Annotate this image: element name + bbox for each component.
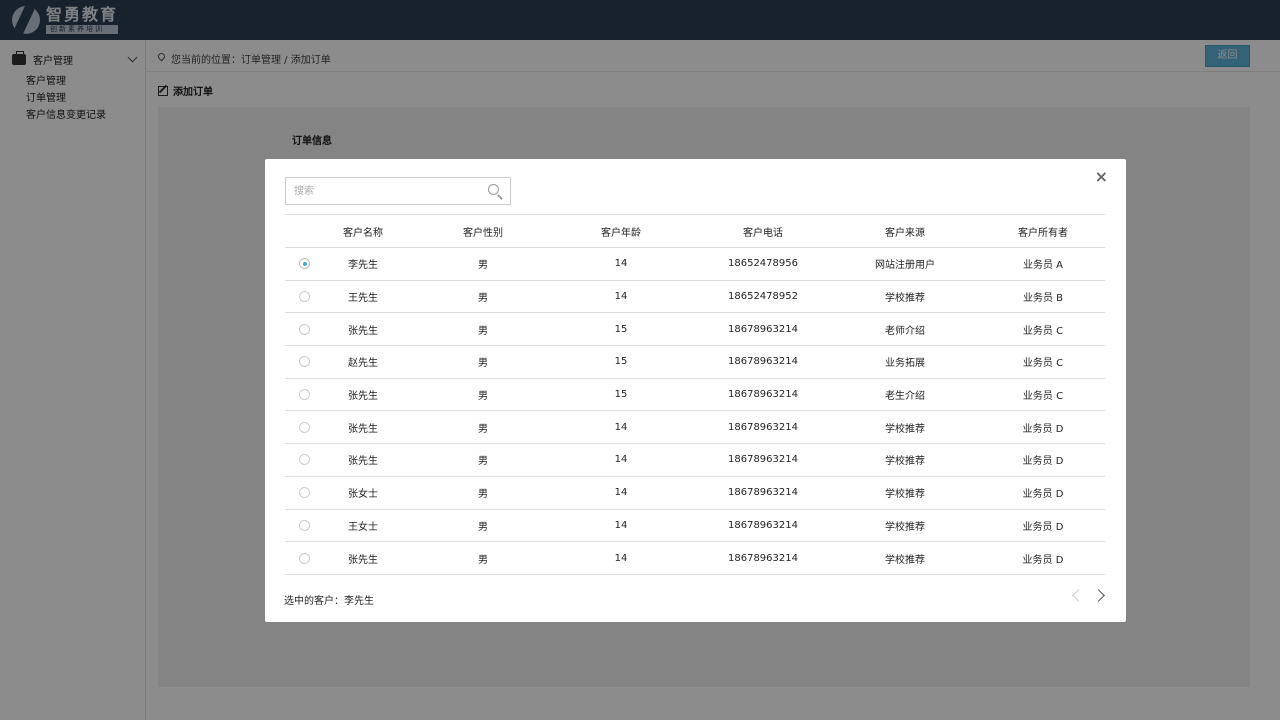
cell-name: 赵先生	[348, 358, 378, 370]
cell-phone: 18678963214	[728, 552, 798, 564]
cell-phone: 18678963214	[728, 519, 798, 531]
cell-age: 15	[614, 356, 628, 368]
chevron-left-icon[interactable]	[1072, 589, 1085, 602]
cell-owner: 业务员 C	[1022, 325, 1064, 337]
cell-phone: 18678963214	[728, 356, 798, 368]
search-input[interactable]	[294, 178, 474, 204]
cell-phone: 18678963214	[728, 487, 798, 499]
cell-age: 14	[614, 291, 628, 303]
cell-owner: 业务员 D	[1022, 456, 1064, 468]
table-row[interactable]: 张先生 男 15 18678963214 老师介绍 业务员 C	[285, 313, 1105, 347]
column-header-gender: 客户性别	[463, 227, 503, 239]
table-row[interactable]: 张先生 男 14 18678963214 学校推荐 业务员 D	[285, 411, 1105, 445]
cell-gender: 男	[478, 554, 488, 566]
table-row[interactable]: 王先生 男 14 18652478952 学校推荐 业务员 B	[285, 281, 1105, 314]
cell-phone: 18678963214	[728, 421, 798, 433]
cell-gender: 男	[478, 358, 488, 370]
cell-name: 张先生	[348, 325, 378, 337]
cell-gender: 男	[478, 423, 488, 435]
table-row[interactable]: 张先生 男 14 18678963214 学校推荐 业务员 D	[285, 542, 1105, 575]
close-icon[interactable]: ×	[1095, 169, 1108, 185]
cell-age: 15	[614, 389, 628, 401]
cell-name: 张先生	[348, 423, 378, 435]
column-header-owner: 客户所有者	[1018, 227, 1068, 239]
cell-owner: 业务员 D	[1022, 554, 1064, 566]
table-row[interactable]: 王女士 男 14 18678963214 学校推荐 业务员 D	[285, 510, 1105, 543]
cell-phone: 18678963214	[728, 389, 798, 401]
cell-age: 14	[614, 519, 628, 531]
table-header: 客户名称 客户性别 客户年龄 客户电话 客户来源 客户所有者	[285, 215, 1105, 248]
table-row[interactable]: 张女士 男 14 18678963214 学校推荐 业务员 D	[285, 477, 1105, 510]
cell-age: 14	[614, 552, 628, 564]
cell-source: 网站注册用户	[875, 260, 935, 272]
cell-phone: 18652478956	[728, 258, 798, 270]
cell-source: 学校推荐	[885, 521, 925, 533]
cell-age: 15	[614, 323, 628, 335]
cell-phone: 18678963214	[728, 454, 798, 466]
column-header-name: 客户名称	[343, 227, 383, 239]
cell-gender: 男	[478, 325, 488, 337]
cell-gender: 男	[478, 521, 488, 533]
customer-table: 客户名称 客户性别 客户年龄 客户电话 客户来源 客户所有者 李先生男 14 186…	[285, 214, 1105, 575]
table-row[interactable]: 李先生 男 14 18652478956 网站注册用户 业务员 A	[285, 248, 1105, 281]
column-header-source: 客户来源	[885, 227, 925, 239]
cell-owner: 业务员 D	[1022, 489, 1064, 501]
cell-name: 李先生	[348, 260, 378, 272]
cell-owner: 业务员 D	[1022, 423, 1064, 435]
cell-phone: 18652478952	[728, 291, 798, 303]
cell-age: 14	[614, 487, 628, 499]
cell-source: 业务拓展	[885, 358, 925, 370]
cell-source: 老生介绍	[885, 391, 925, 403]
table-row[interactable]: 张先生 男 15 18678963214 老生介绍 业务员 C	[285, 379, 1105, 412]
cell-gender: 男	[478, 489, 488, 501]
cell-owner: 业务员 B	[1022, 293, 1064, 305]
cell-owner: 业务员 A	[1022, 260, 1064, 272]
customer-select-modal: × 客户名称 客户性别 客户年龄 客户电话 客户来源 客户所有者 李先生男141…	[265, 159, 1126, 622]
cell-gender: 男	[478, 391, 488, 403]
cell-age: 14	[614, 258, 628, 270]
table-body: 李先生男 14 18652478956 网站注册用户 业务员 A 王先生男 14 186524…	[285, 248, 1105, 575]
cell-source: 学校推荐	[885, 554, 925, 566]
selected-customer-text: 选中的客户：李先生	[284, 596, 374, 607]
cell-gender: 男	[478, 260, 488, 272]
cell-owner: 业务员 D	[1022, 521, 1064, 533]
cell-source: 学校推荐	[885, 293, 925, 305]
cell-gender: 男	[478, 293, 488, 305]
cell-owner: 业务员 C	[1022, 358, 1064, 370]
cell-name: 张先生	[348, 456, 378, 468]
cell-source: 学校推荐	[885, 423, 925, 435]
cell-name: 王女士	[348, 521, 378, 533]
cell-phone: 18678963214	[728, 323, 798, 335]
table-row[interactable]: 张先生 男 14 18678963214 学校推荐 业务员 D	[285, 444, 1105, 477]
table-row[interactable]: 赵先生 男 15 18678963214 业务拓展 业务员 C	[285, 346, 1105, 379]
cell-source: 学校推荐	[885, 489, 925, 501]
cell-name: 王先生	[348, 293, 378, 305]
column-header-age: 客户年龄	[601, 227, 641, 239]
search-icon[interactable]	[488, 184, 499, 195]
chevron-right-icon[interactable]	[1092, 589, 1105, 602]
cell-owner: 业务员 C	[1022, 391, 1064, 403]
cell-name: 张先生	[348, 391, 378, 403]
search-box	[285, 177, 511, 205]
cell-gender: 男	[478, 456, 488, 468]
cell-age: 14	[614, 421, 628, 433]
cell-name: 张先生	[348, 554, 378, 566]
cell-source: 学校推荐	[885, 456, 925, 468]
cell-age: 14	[614, 454, 628, 466]
cell-name: 张女士	[348, 489, 378, 501]
column-header-phone: 客户电话	[743, 227, 783, 239]
cell-source: 老师介绍	[885, 325, 925, 337]
